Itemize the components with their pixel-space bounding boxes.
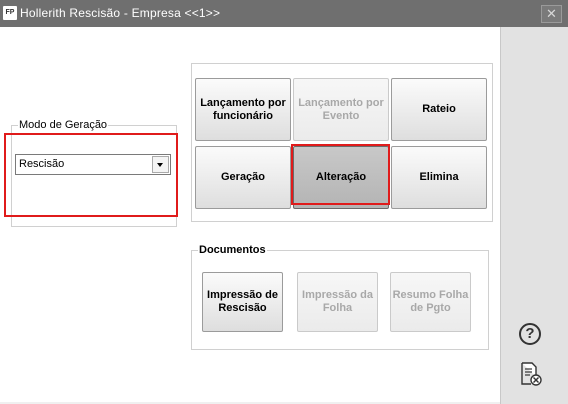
- resumo-folha-button[interactable]: Resumo Folha de Pgto: [390, 272, 471, 332]
- help-icon[interactable]: ?: [519, 323, 541, 345]
- document-close-icon[interactable]: [520, 362, 542, 386]
- documentos-legend: Documentos: [198, 244, 267, 256]
- modo-geracao-group: Modo de Geração: [11, 119, 177, 227]
- modo-geracao-legend: Modo de Geração: [18, 119, 109, 131]
- app-icon: FP: [3, 6, 17, 20]
- chevron-down-icon[interactable]: [152, 156, 169, 173]
- alteracao-button[interactable]: Alteração: [293, 146, 389, 209]
- modo-geracao-value: Rescisão: [19, 158, 65, 170]
- geracao-button[interactable]: Geração: [195, 146, 291, 209]
- impressao-rescisao-button[interactable]: Impressão de Rescisão: [202, 272, 283, 332]
- rateio-button[interactable]: Rateio: [391, 78, 487, 141]
- window-title: Hollerith Rescisão - Empresa <<1>>: [20, 6, 221, 20]
- elimina-button[interactable]: Elimina: [391, 146, 487, 209]
- lancamento-funcionario-button[interactable]: Lançamento por funcionário: [195, 78, 291, 141]
- impressao-folha-button[interactable]: Impressão da Folha: [297, 272, 378, 332]
- side-panel: [500, 27, 568, 404]
- modo-geracao-select[interactable]: Rescisão: [15, 154, 171, 175]
- lancamento-evento-button[interactable]: Lançamento por Evento: [293, 78, 389, 141]
- close-button[interactable]: ✕: [541, 5, 562, 23]
- title-bar: FP Hollerith Rescisão - Empresa <<1>> ✕: [0, 0, 568, 27]
